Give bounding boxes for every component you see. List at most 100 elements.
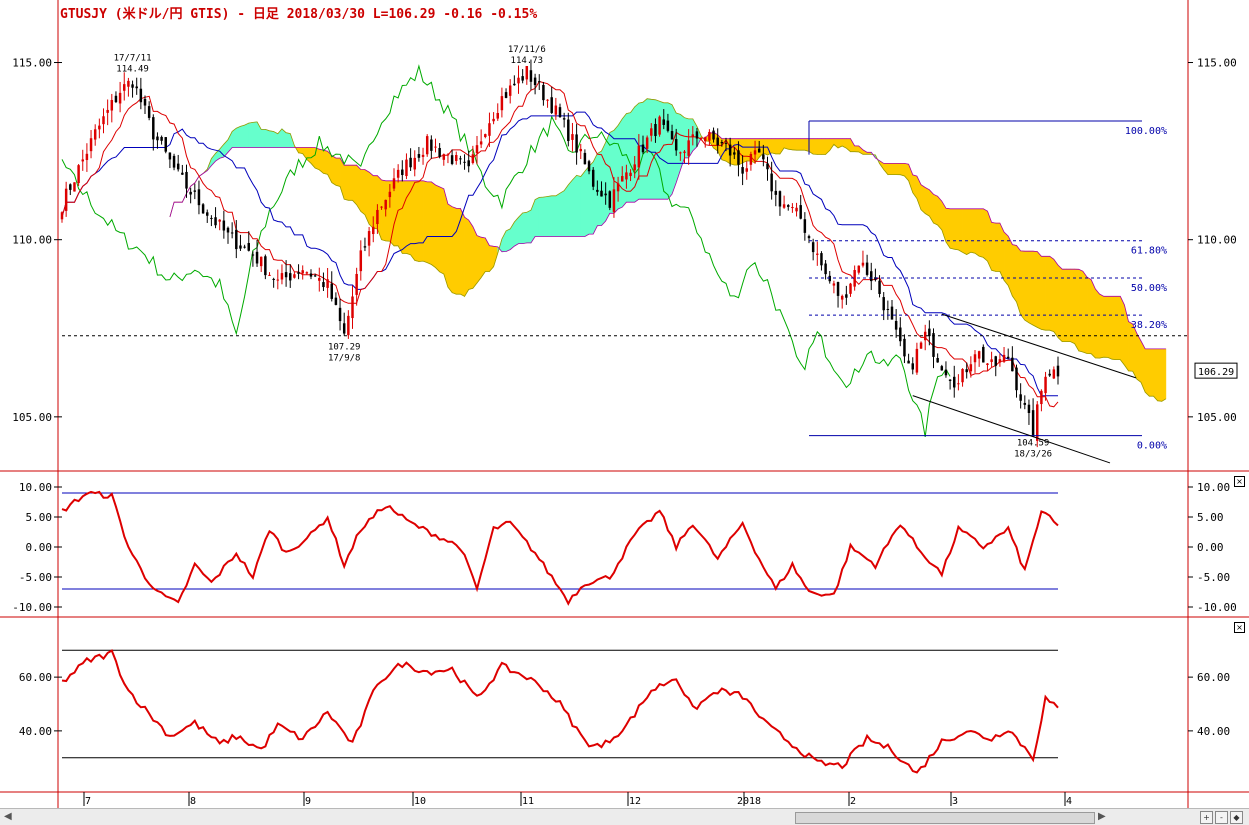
candle-body [135, 86, 138, 89]
candle-body [728, 144, 732, 156]
candle-body [625, 172, 628, 180]
zoom-out-icon[interactable]: - [1215, 811, 1228, 824]
candle-body [193, 190, 197, 192]
fit-icon[interactable]: ◆ [1230, 811, 1243, 824]
candle-body [60, 212, 64, 220]
candle-body [152, 117, 155, 140]
candle-body [604, 193, 607, 196]
cloud-segment [555, 192, 561, 237]
candle-body [1027, 404, 1031, 414]
candle-body [542, 84, 545, 101]
candle [176, 154, 180, 172]
cloud-segment [252, 121, 258, 148]
candle [745, 161, 748, 180]
cloud-segment [464, 216, 470, 298]
horizontal-scrollbar[interactable]: ◀ ▶ + - ◆ [0, 808, 1249, 825]
candle-body [907, 360, 910, 364]
price-tick-label: 110.00 [12, 234, 52, 247]
candle-body [268, 274, 271, 276]
candle-body [459, 158, 462, 160]
candle-body [845, 294, 848, 298]
x-tick-label: 9 [305, 796, 311, 807]
cloud-segment [534, 196, 540, 237]
candle-body [396, 169, 400, 178]
candle-body [766, 163, 769, 170]
cloud-segment [356, 164, 362, 213]
candle-body [280, 273, 284, 280]
cloud-segment [933, 193, 938, 226]
candle [1040, 389, 1043, 412]
candle [201, 203, 205, 214]
candle [1031, 398, 1035, 437]
candle [301, 265, 304, 280]
fib-label: 100.00% [1125, 126, 1167, 137]
cloud-segment [895, 163, 901, 176]
candle [421, 147, 425, 165]
candle [973, 350, 977, 373]
candle-body [562, 118, 566, 120]
candle-body [235, 229, 238, 250]
annotation-value: 114.49 [116, 65, 149, 75]
candle-body [911, 363, 914, 370]
close-oscillator1-button[interactable]: × [1234, 476, 1245, 487]
candle [1002, 346, 1006, 363]
candle [446, 153, 450, 164]
candle-body [870, 271, 873, 282]
cloud-segment [414, 180, 420, 262]
candle-body [633, 164, 636, 171]
candle-body [965, 369, 968, 373]
candle-body [309, 273, 313, 277]
cloud-segment [1032, 250, 1038, 328]
candle-body [828, 275, 831, 282]
fib-label: 0.00% [1137, 441, 1167, 452]
candle [143, 95, 147, 115]
annotation-date: 17/7/11 [114, 54, 152, 64]
candle-body [363, 246, 367, 248]
candle-body [259, 256, 263, 267]
cloud-segment [958, 208, 963, 253]
candle [488, 112, 491, 147]
candle [425, 134, 429, 157]
cloud-segment [551, 195, 557, 237]
cloud-segment [443, 188, 449, 288]
candle [309, 269, 313, 280]
candle-body [197, 189, 201, 206]
candle-body [239, 245, 242, 249]
candle-body [1006, 356, 1010, 359]
candle [479, 129, 483, 149]
candle [85, 143, 89, 172]
candle-body [376, 209, 379, 225]
candle-body [832, 283, 836, 286]
candle [811, 238, 815, 261]
price-tick-label-right: 115.00 [1197, 57, 1237, 70]
candle-body [567, 119, 570, 142]
candle-body [326, 279, 329, 288]
cloud-segment [1082, 270, 1088, 354]
cloud-segment [742, 138, 748, 164]
zoom-in-icon[interactable]: + [1200, 811, 1213, 824]
candle [882, 292, 885, 321]
candle [264, 254, 267, 280]
candle-body [318, 278, 321, 281]
scroll-left-icon[interactable]: ◀ [4, 811, 12, 822]
candle [899, 317, 902, 347]
candle-body [417, 154, 421, 158]
candle-body [123, 84, 126, 91]
cloud-segment [792, 138, 797, 151]
candle-body [164, 137, 167, 152]
candle-body [73, 182, 76, 192]
candle-body [201, 204, 205, 214]
close-oscillator2-button[interactable]: × [1234, 622, 1245, 633]
cloud-segment [1020, 250, 1026, 322]
fib-label: 50.00% [1131, 283, 1167, 294]
candle-body [865, 262, 869, 275]
scroll-thumb[interactable] [795, 812, 1095, 824]
candle [828, 270, 831, 284]
candle-body [899, 327, 902, 342]
candle-body [218, 219, 221, 222]
scroll-right-icon[interactable]: ▶ [1098, 811, 1106, 822]
candle [832, 280, 836, 294]
candle-body [305, 272, 309, 274]
cloud-segment [335, 157, 341, 187]
candle-body [641, 144, 645, 153]
